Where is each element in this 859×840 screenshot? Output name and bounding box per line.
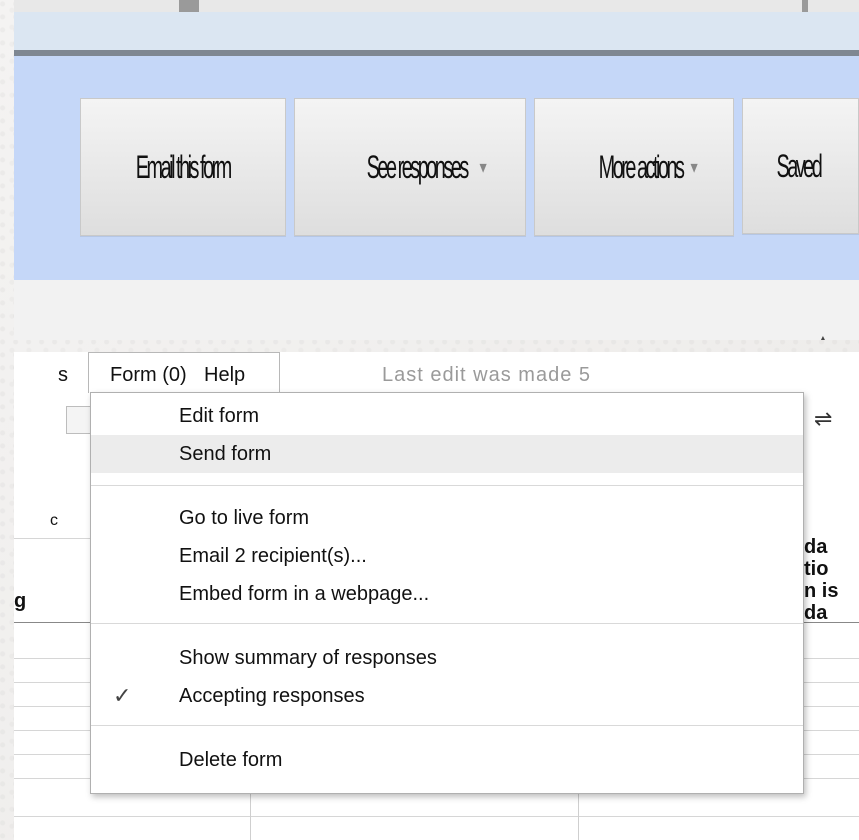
menu-item-label: Accepting responses — [179, 685, 365, 707]
saved-button: Saved — [742, 98, 859, 234]
menu-item-label: Show summary of responses — [179, 647, 437, 669]
menu-item-label: Email 2 recipient(s)... — [179, 545, 367, 567]
menu-item-label: Embed form in a webpage... — [179, 583, 430, 605]
menu-item-delete-form[interactable]: Delete form — [91, 741, 803, 779]
grid-line — [14, 682, 90, 683]
grid-line — [14, 706, 90, 707]
menu-item-label: Send form — [179, 443, 272, 465]
menu-form[interactable]: Form (0) — [110, 364, 187, 387]
header-cell-partial: n is — [804, 580, 839, 602]
toolbar-underlay — [14, 280, 859, 340]
grid-line — [802, 730, 859, 731]
collapse-icon[interactable]: ▲ — [817, 332, 829, 340]
menu-item-label: Edit form — [179, 405, 260, 427]
chevron-down-icon: ▾ — [690, 156, 698, 177]
menu-item-label: Go to live form — [179, 507, 310, 529]
grid-line — [802, 622, 859, 623]
form-menu: Edit form Send form Go to live form Emai… — [90, 392, 804, 794]
menu-separator — [91, 623, 803, 624]
grid-line — [802, 682, 859, 683]
toolbar-button-partial[interactable] — [66, 406, 92, 434]
see-responses-label: See responses — [366, 148, 469, 185]
grid-line — [802, 778, 859, 779]
menu-separator — [91, 725, 803, 726]
form-toolbar-snippet: ▲ Email this form See responses ▾ More a… — [14, 0, 859, 340]
menu-item-email-recipients[interactable]: Email 2 recipient(s)... — [91, 537, 803, 575]
header-cell-partial: da — [804, 536, 828, 558]
wrap-text-icon[interactable]: ⇌ — [814, 406, 832, 432]
grid-column-line — [578, 792, 579, 840]
see-responses-button[interactable]: See responses ▾ — [294, 98, 526, 236]
grid-line — [14, 730, 90, 731]
header-cell-partial: g — [14, 590, 27, 612]
menu-item-show-summary[interactable]: Show summary of responses — [91, 639, 803, 677]
spreadsheet-snippet: s Form (0) Help Last edit was made 5 ⇌ c… — [14, 352, 859, 840]
menu-item-accepting-responses[interactable]: ✓ Accepting responses — [91, 677, 803, 715]
menu-item-edit-form[interactable]: Edit form — [91, 397, 803, 435]
menu-item-go-to-live-form[interactable]: Go to live form — [91, 499, 803, 537]
more-actions-button[interactable]: More actions ▾ — [534, 98, 734, 236]
menu-separator — [91, 485, 803, 486]
tab-divider — [802, 0, 808, 12]
saved-label: Saved — [776, 147, 822, 184]
top-tab-strip — [14, 0, 859, 12]
header-cell-partial: tio — [804, 558, 829, 580]
tab-divider — [179, 0, 199, 12]
menu-item-send-form[interactable]: Send form — [91, 435, 803, 473]
menu-tools-partial[interactable]: s — [58, 364, 68, 387]
grid-column-line — [250, 792, 251, 840]
menubar: s Form (0) Help Last edit was made 5 — [14, 352, 859, 393]
email-form-label: Email this form — [136, 148, 232, 185]
menu-item-label: Delete form — [179, 749, 283, 771]
chevron-down-icon: ▾ — [479, 156, 487, 177]
grid-line — [14, 658, 90, 659]
last-edit-status[interactable]: Last edit was made 5 — [382, 364, 591, 387]
grid-line — [14, 816, 859, 817]
email-form-button[interactable]: Email this form — [80, 98, 286, 236]
menu-item-embed-form[interactable]: Embed form in a webpage... — [91, 575, 803, 613]
grid-line — [14, 778, 90, 779]
more-actions-label: More actions — [598, 148, 685, 185]
header-band — [14, 12, 859, 50]
grid-line — [14, 754, 90, 755]
grid-line — [14, 538, 90, 539]
menu-help[interactable]: Help — [204, 364, 245, 387]
grid-line — [802, 658, 859, 659]
checkmark-icon: ✓ — [113, 683, 132, 708]
grid-line — [802, 754, 859, 755]
grid-line — [14, 622, 90, 623]
column-header-c[interactable]: c — [50, 512, 58, 530]
grid-line — [802, 706, 859, 707]
